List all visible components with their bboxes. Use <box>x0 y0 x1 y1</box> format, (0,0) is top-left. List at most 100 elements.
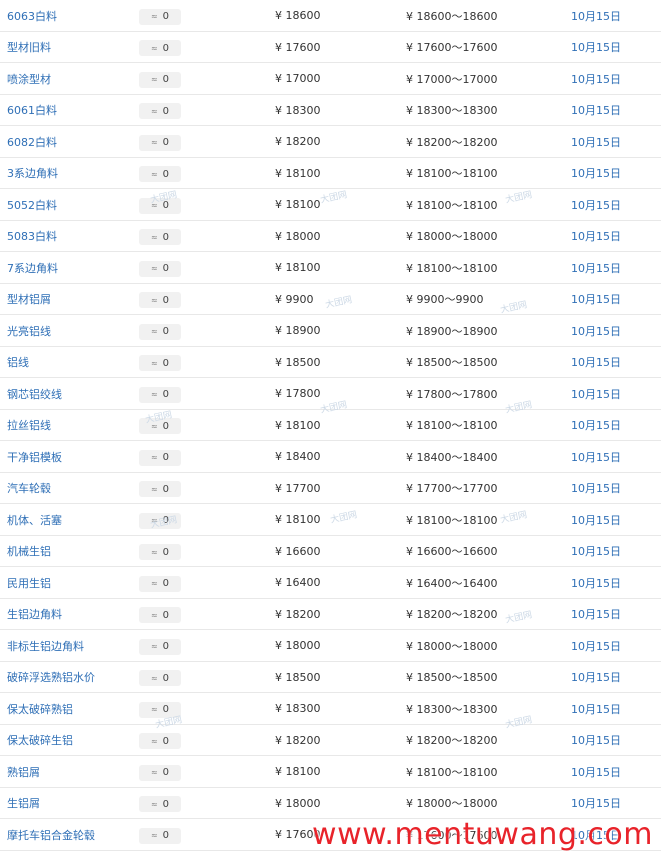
date-link[interactable]: 10月15日 <box>571 8 621 24</box>
cell-name: 3系边角料 <box>7 158 58 188</box>
date-link[interactable]: 10月15日 <box>571 291 621 307</box>
product-name-link[interactable]: 保太破碎生铝 <box>7 732 73 748</box>
product-name-link[interactable]: 5052白料 <box>7 197 57 213</box>
change-badge: ≈0 <box>139 796 181 812</box>
date-link[interactable]: 10月15日 <box>571 228 621 244</box>
product-name-link[interactable]: 喷涂型材 <box>7 71 51 87</box>
cell-change: ≈0 <box>139 315 181 346</box>
product-name-link[interactable]: 铝线 <box>7 354 29 370</box>
change-badge: ≈0 <box>139 701 181 718</box>
date-link[interactable]: 10月15日 <box>571 701 621 717</box>
cell-change: ≈0 <box>139 599 181 629</box>
date-link[interactable]: 10月15日 <box>571 323 621 339</box>
date-link[interactable]: 10月15日 <box>571 134 621 150</box>
table-row: 拉丝铝线 ≈0 ¥ 18100 ¥ 18100～18100 10月15日 <box>0 410 661 441</box>
cell-name: 拉丝铝线 <box>7 410 51 440</box>
date-link[interactable]: 10月15日 <box>571 480 621 496</box>
product-name-link[interactable]: 非标生铝边角料 <box>7 638 84 654</box>
approx-arrow-icon: ≈ <box>150 264 158 273</box>
price-value: ¥ 18300 <box>275 103 321 117</box>
product-name-link[interactable]: 3系边角料 <box>7 165 58 181</box>
cell-change: ≈0 <box>139 441 181 472</box>
product-name-link[interactable]: 熟铝屑 <box>7 764 40 780</box>
change-value: 0 <box>162 326 170 337</box>
approx-arrow-icon: ≈ <box>150 579 158 588</box>
product-name-link[interactable]: 型材旧料 <box>7 39 51 55</box>
cell-date: 10月15日 <box>571 158 621 188</box>
price-range: ¥ 18000～18000 <box>406 639 498 653</box>
date-link[interactable]: 10月15日 <box>571 71 621 87</box>
date-link[interactable]: 10月15日 <box>571 669 621 685</box>
change-badge: ≈0 <box>139 355 181 371</box>
product-name-link[interactable]: 摩托车铝合金轮毂 <box>7 827 95 843</box>
date-link[interactable]: 10月15日 <box>571 512 621 528</box>
price-range: ¥ 18300～18300 <box>406 702 498 716</box>
price-range: ¥ 18100～18100 <box>406 167 498 180</box>
date-link[interactable]: 10月15日 <box>571 827 621 843</box>
product-name-link[interactable]: 6082白料 <box>7 134 57 150</box>
approx-arrow-icon: ≈ <box>150 232 158 242</box>
product-name-link[interactable]: 机械生铝 <box>7 543 51 559</box>
product-name-link[interactable]: 拉丝铝线 <box>7 417 51 433</box>
cell-change: ≈0 <box>139 0 181 31</box>
cell-name: 5052白料 <box>7 189 57 220</box>
product-name-link[interactable]: 钢芯铝绞线 <box>7 386 62 402</box>
product-name-link[interactable]: 保太破碎熟铝 <box>7 701 73 717</box>
date-link[interactable]: 10月15日 <box>571 543 621 559</box>
price-range: ¥ 18500～18500 <box>406 356 498 369</box>
product-name-link[interactable]: 民用生铝 <box>7 575 51 591</box>
price-range: ¥ 18000～18000 <box>406 797 498 810</box>
date-link[interactable]: 10月15日 <box>571 260 621 276</box>
cell-change: ≈0 <box>139 378 181 409</box>
price-range: ¥ 16600～16600 <box>406 545 498 558</box>
cell-name: 7系边角料 <box>7 252 58 283</box>
cell-change: ≈0 <box>139 252 181 283</box>
approx-arrow-icon: ≈ <box>150 484 158 494</box>
cell-name: 6063白料 <box>7 0 57 31</box>
date-link[interactable]: 10月15日 <box>571 386 621 402</box>
date-link[interactable]: 10月15日 <box>571 795 621 811</box>
price-value: ¥ 18000 <box>275 229 321 243</box>
date-link[interactable]: 10月15日 <box>571 638 621 654</box>
price-value: ¥ 18200 <box>275 733 321 747</box>
approx-arrow-icon: ≈ <box>150 390 158 399</box>
cell-name: 钢芯铝绞线 <box>7 378 62 409</box>
table-row: 民用生铝 ≈0 ¥ 16400 ¥ 16400～16400 10月15日 <box>0 567 661 599</box>
product-name-link[interactable]: 破碎浮选熟铝水价 <box>7 669 95 685</box>
change-badge: ≈0 <box>139 197 181 214</box>
date-link[interactable]: 10月15日 <box>571 197 621 213</box>
product-name-link[interactable]: 5083白料 <box>7 228 57 244</box>
change-badge: ≈0 <box>139 8 181 25</box>
approx-arrow-icon: ≈ <box>150 138 158 147</box>
date-link[interactable]: 10月15日 <box>571 39 621 55</box>
cell-date: 10月15日 <box>571 725 621 755</box>
price-value: ¥ 17000 <box>275 72 321 85</box>
product-name-link[interactable]: 6061白料 <box>7 102 57 118</box>
date-link[interactable]: 10月15日 <box>571 575 621 591</box>
product-name-link[interactable]: 光亮铝线 <box>7 323 51 339</box>
product-name-link[interactable]: 生铝边角料 <box>7 606 62 622</box>
product-name-link[interactable]: 7系边角料 <box>7 260 58 276</box>
date-link[interactable]: 10月15日 <box>571 732 621 748</box>
product-name-link[interactable]: 型材铝屑 <box>7 291 51 307</box>
cell-name: 民用生铝 <box>7 567 51 598</box>
date-link[interactable]: 10月15日 <box>571 165 621 181</box>
cell-date: 10月15日 <box>571 63 621 94</box>
cell-date: 10月15日 <box>571 630 621 661</box>
date-link[interactable]: 10月15日 <box>571 102 621 118</box>
date-link[interactable]: 10月15日 <box>571 417 621 433</box>
cell-date: 10月15日 <box>571 599 621 629</box>
approx-arrow-icon: ≈ <box>150 453 158 462</box>
date-link[interactable]: 10月15日 <box>571 354 621 370</box>
cell-change: ≈0 <box>139 158 181 188</box>
product-name-link[interactable]: 机体、活塞 <box>7 512 62 528</box>
product-name-link[interactable]: 6063白料 <box>7 8 57 24</box>
cell-change: ≈0 <box>139 32 181 62</box>
date-link[interactable]: 10月15日 <box>571 449 621 465</box>
date-link[interactable]: 10月15日 <box>571 606 621 622</box>
cell-date: 10月15日 <box>571 0 621 31</box>
product-name-link[interactable]: 生铝屑 <box>7 795 40 811</box>
product-name-link[interactable]: 汽车轮毂 <box>7 480 51 496</box>
date-link[interactable]: 10月15日 <box>571 764 621 780</box>
product-name-link[interactable]: 干净铝模板 <box>7 449 62 465</box>
